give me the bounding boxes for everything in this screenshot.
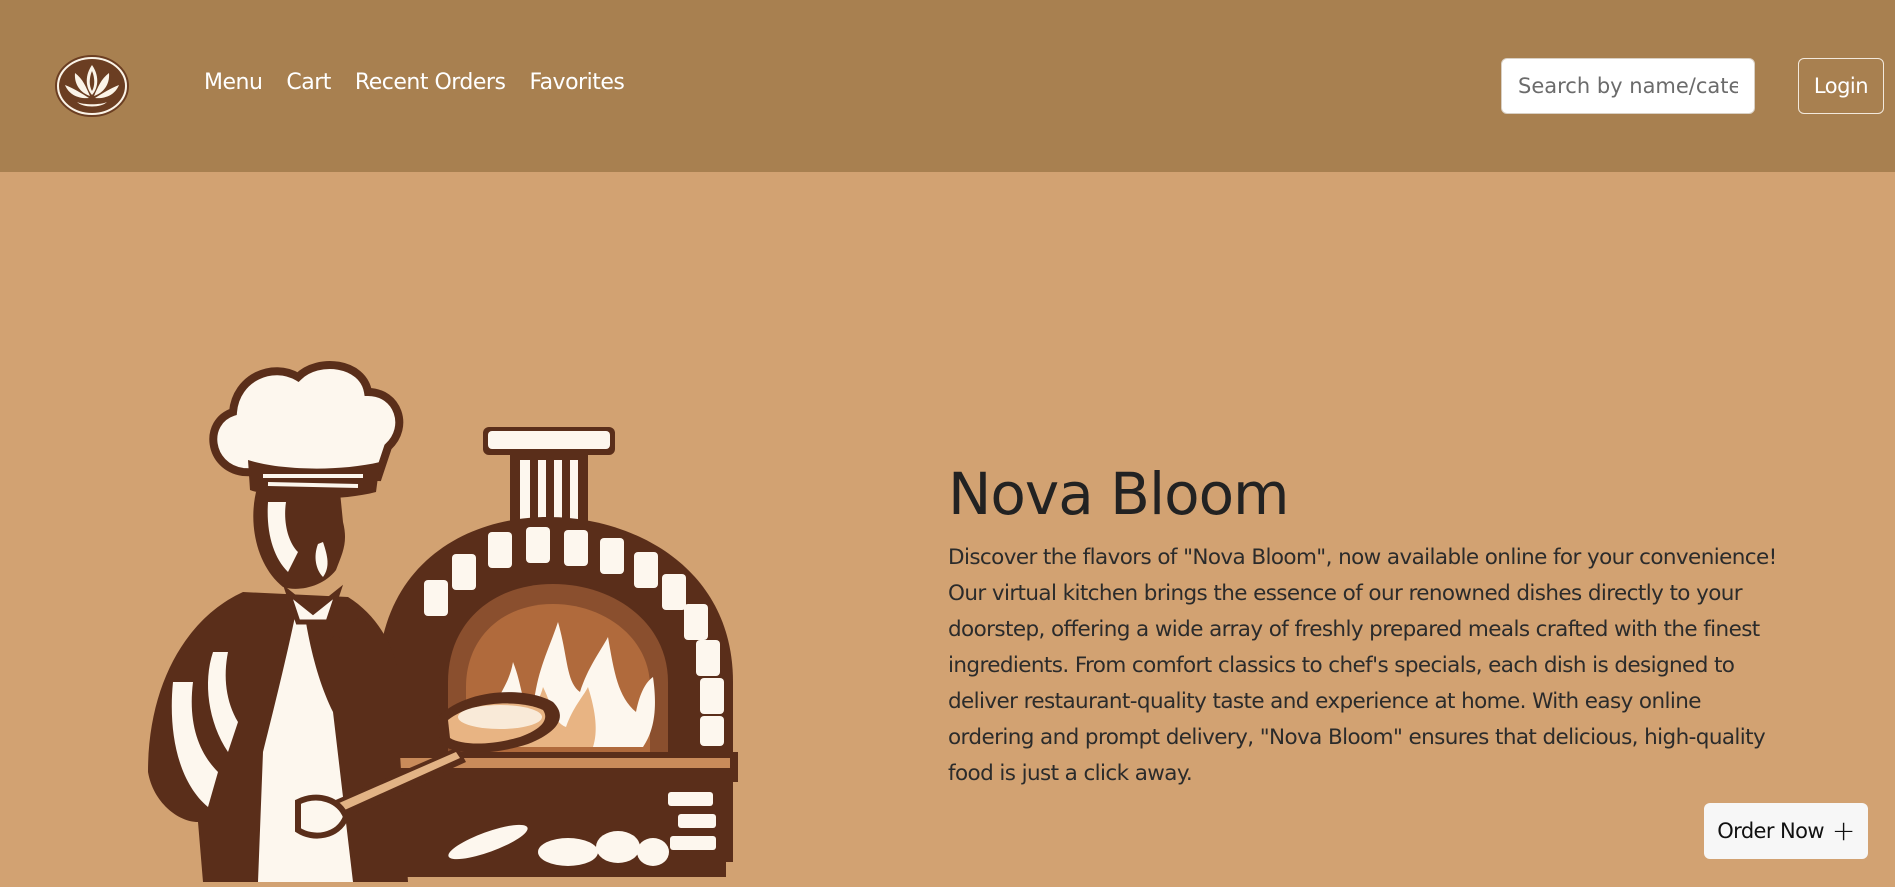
order-now-button[interactable]: Order Now + bbox=[1704, 803, 1868, 859]
nav-favorites[interactable]: Favorites bbox=[529, 70, 624, 95]
plus-icon: + bbox=[1831, 814, 1855, 847]
nav-menu[interactable]: Menu bbox=[204, 70, 263, 95]
navbar: Menu Cart Recent Orders Favorites Login bbox=[0, 0, 1895, 172]
login-button[interactable]: Login bbox=[1798, 58, 1884, 114]
order-now-label: Order Now bbox=[1717, 819, 1824, 843]
restaurant-description: Discover the flavors of "Nova Bloom", no… bbox=[948, 545, 1777, 786]
nav-recent-orders[interactable]: Recent Orders bbox=[355, 70, 506, 95]
lotus-logo-icon[interactable] bbox=[55, 55, 129, 117]
restaurant-title: Nova Bloom bbox=[948, 460, 1290, 528]
main-nav: Menu Cart Recent Orders Favorites bbox=[204, 70, 648, 95]
search-input[interactable] bbox=[1501, 58, 1755, 114]
nav-cart[interactable]: Cart bbox=[286, 70, 331, 95]
chef-pizza-oven-illustration bbox=[148, 352, 758, 882]
